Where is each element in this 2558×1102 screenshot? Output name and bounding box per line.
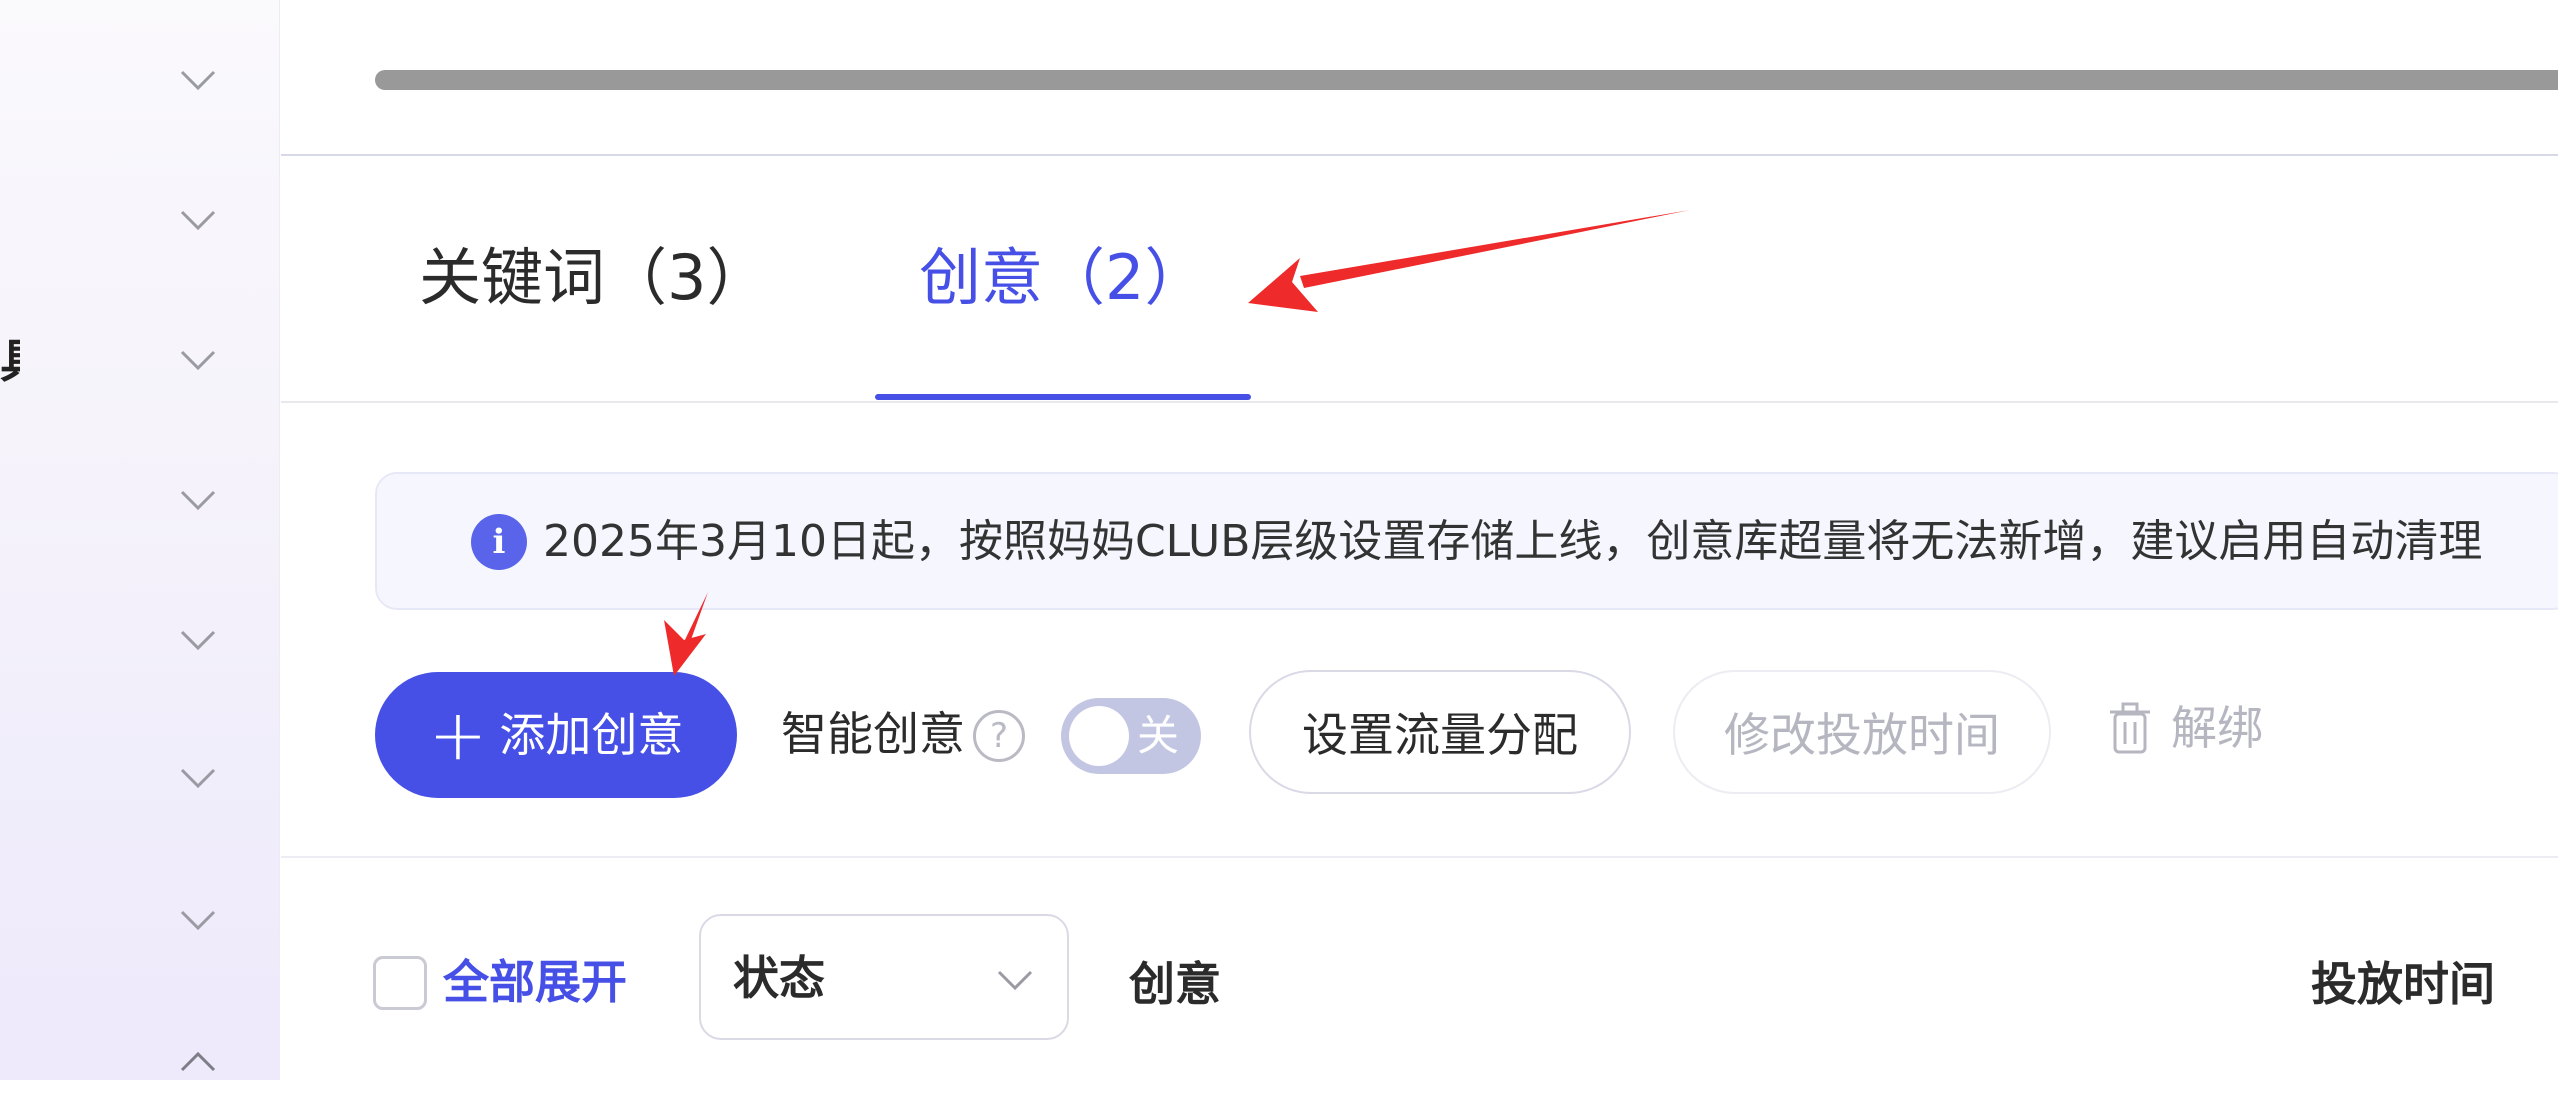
tab-creatives[interactable]: 创意（2） bbox=[919, 242, 1206, 314]
horizontal-scrollbar[interactable] bbox=[375, 70, 2558, 90]
notice-banner: i 2025年3月10日起，按照妈妈CLUB层级设置存储上线，创意库超量将无法新… bbox=[375, 472, 2558, 610]
column-header-delivery-time[interactable]: 投放时间 bbox=[2311, 954, 2495, 1014]
trash-icon bbox=[2107, 700, 2153, 756]
status-select-value: 状态 bbox=[733, 951, 825, 1005]
chevron-down-icon[interactable] bbox=[178, 206, 218, 234]
add-creative-button[interactable]: + 添加创意 bbox=[375, 672, 737, 798]
info-icon: i bbox=[471, 514, 527, 570]
sidebar-item[interactable] bbox=[0, 40, 280, 120]
sidebar-item[interactable] bbox=[0, 600, 280, 680]
tab-keywords[interactable]: 关键词（3） bbox=[419, 242, 768, 314]
chevron-down-icon[interactable] bbox=[178, 486, 218, 514]
modify-delivery-time-button[interactable]: 修改投放时间 bbox=[1673, 670, 2051, 794]
divider bbox=[281, 401, 2558, 403]
chevron-down-icon[interactable] bbox=[178, 66, 218, 94]
smart-creative-toggle[interactable]: 关 bbox=[1061, 698, 1201, 774]
sidebar: 具 bbox=[0, 0, 280, 1080]
unbind-label: 解绑 bbox=[2171, 701, 2263, 755]
chevron-down-icon[interactable] bbox=[178, 346, 218, 374]
notice-text: 2025年3月10日起，按照妈妈CLUB层级设置存储上线，创意库超量将无法新增，… bbox=[543, 516, 2483, 567]
add-creative-label: 添加创意 bbox=[499, 708, 684, 762]
status-filter-select[interactable]: 状态 bbox=[699, 914, 1069, 1040]
column-header-creative: 创意 bbox=[1129, 957, 1221, 1011]
chevron-down-icon bbox=[995, 966, 1035, 994]
toolbar: + 添加创意 智能创意 ? 关 设置流量分配 修改投放时间 解绑 bbox=[281, 668, 2558, 798]
sidebar-item[interactable] bbox=[0, 880, 280, 960]
select-all-checkbox[interactable] bbox=[373, 956, 427, 1010]
active-tab-indicator bbox=[875, 394, 1251, 400]
chevron-down-icon[interactable] bbox=[178, 626, 218, 654]
divider bbox=[281, 154, 2558, 156]
sidebar-item-label: 具 bbox=[0, 338, 20, 384]
sidebar-item[interactable]: 具 bbox=[0, 320, 280, 400]
sidebar-item[interactable] bbox=[0, 460, 280, 540]
smart-creative-label: 智能创意 bbox=[781, 707, 965, 761]
sidebar-item[interactable] bbox=[0, 180, 280, 260]
sidebar-item[interactable] bbox=[0, 1022, 280, 1102]
chevron-up-icon[interactable] bbox=[178, 1048, 218, 1076]
toggle-knob bbox=[1069, 706, 1129, 766]
sidebar-item[interactable] bbox=[0, 738, 280, 818]
help-icon[interactable]: ? bbox=[973, 710, 1025, 762]
unbind-button[interactable]: 解绑 bbox=[2107, 698, 2263, 758]
chevron-down-icon[interactable] bbox=[178, 764, 218, 792]
toggle-state-label: 关 bbox=[1137, 711, 1180, 760]
plus-icon: + bbox=[428, 694, 488, 776]
divider bbox=[281, 856, 2558, 858]
chevron-down-icon[interactable] bbox=[178, 906, 218, 934]
main-content: 关键词（3） 创意（2） i 2025年3月10日起，按照妈妈CLUB层级设置存… bbox=[281, 0, 2558, 1080]
set-traffic-allocation-button[interactable]: 设置流量分配 bbox=[1249, 670, 1631, 794]
table-header: 全部展开 状态 创意 投放时间 bbox=[281, 912, 2558, 1040]
expand-all-link[interactable]: 全部展开 bbox=[443, 952, 627, 1012]
